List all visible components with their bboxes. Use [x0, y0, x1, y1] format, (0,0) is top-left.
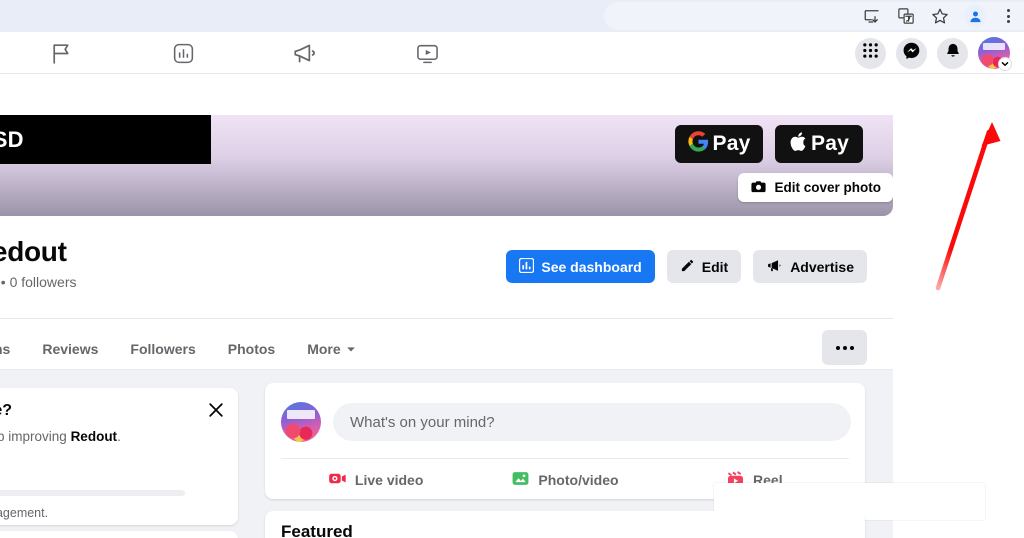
- nav-ads-megaphone[interactable]: [244, 32, 366, 74]
- video-icon: [415, 41, 440, 66]
- cover-photo[interactable]: w to get 5 USD Pay: [0, 115, 893, 216]
- google-pay-label: Pay: [712, 132, 751, 155]
- page-followers-meta: ikes • 0 followers: [0, 274, 77, 290]
- tab-mentions[interactable]: ns: [0, 330, 26, 368]
- nav-insights-chart[interactable]: [122, 32, 244, 74]
- edit-cover-photo-button[interactable]: Edit cover photo: [738, 173, 893, 202]
- apple-pay-label: Pay: [811, 132, 849, 155]
- insights-chart-icon: [171, 41, 196, 66]
- profile-divider: [0, 318, 893, 319]
- browser-toolbar: [0, 0, 1024, 32]
- tab-more[interactable]: More: [291, 330, 371, 368]
- see-dashboard-label: See dashboard: [541, 258, 642, 275]
- page-tabs: ns Reviews Followers Photos More: [0, 330, 372, 368]
- improve-page-card: Page? o keep improving Redout. high enga…: [0, 388, 238, 525]
- header-nav: [0, 32, 488, 74]
- browser-profile-avatar-icon[interactable]: [964, 5, 986, 27]
- tab-followers[interactable]: Followers: [114, 330, 211, 368]
- translate-icon[interactable]: [896, 6, 916, 26]
- live-video-label: Live video: [354, 472, 424, 488]
- chevron-down-icon: [346, 341, 356, 357]
- edit-cover-photo-label: Edit cover photo: [774, 180, 881, 195]
- profile-info-section: Redout ikes • 0 followers See dashboard: [0, 228, 893, 318]
- notifications-bell-icon: [944, 42, 962, 65]
- pay-badges: Pay Pay: [675, 125, 863, 163]
- edit-button[interactable]: Edit: [666, 250, 742, 283]
- improve-progress-bar: [0, 490, 185, 496]
- secondary-left-card: [0, 531, 238, 538]
- composer-input[interactable]: What's on your mind?: [333, 403, 851, 441]
- install-app-icon[interactable]: [862, 6, 882, 26]
- nav-pages-flag[interactable]: [0, 32, 122, 74]
- browser-more-menu-icon[interactable]: [1000, 6, 1016, 26]
- see-dashboard-button[interactable]: See dashboard: [506, 250, 655, 283]
- advertise-label: Advertise: [790, 258, 854, 275]
- profile-action-buttons: See dashboard Edit Advertise: [506, 250, 867, 283]
- messenger-icon: [902, 41, 921, 65]
- photo-video-button[interactable]: Photo/video: [470, 463, 659, 497]
- google-pay-badge: Pay: [675, 125, 763, 163]
- messenger-button[interactable]: [896, 37, 927, 69]
- improve-progress-caption: high engagement.: [0, 506, 49, 520]
- live-video-button[interactable]: Live video: [281, 463, 470, 497]
- chevron-down-icon[interactable]: [998, 57, 1012, 71]
- nav-video[interactable]: [366, 32, 488, 74]
- page-right-gutter: [893, 74, 1024, 538]
- ads-megaphone-icon: [292, 40, 318, 66]
- notifications-button[interactable]: [937, 37, 968, 69]
- tab-photos-label: Photos: [227, 341, 276, 357]
- page-tabs-row: ns Reviews Followers Photos More: [0, 330, 893, 368]
- advertise-button[interactable]: Advertise: [753, 250, 867, 283]
- post-composer-card: What's on your mind? Live video Photo/vi…: [265, 383, 865, 499]
- megaphone-icon: [766, 257, 783, 277]
- composer-top-row: What's on your mind?: [281, 402, 851, 442]
- screen-root: w to get 5 USD Pay: [0, 0, 1024, 538]
- account-avatar-button[interactable]: [978, 37, 1012, 71]
- apple-logo-icon: [789, 131, 807, 158]
- cover-banner-text: w to get 5 USD: [0, 126, 24, 152]
- composer-divider: [281, 458, 849, 459]
- featured-title: Featured: [281, 522, 353, 538]
- apple-pay-badge: Pay: [775, 125, 863, 163]
- photo-video-icon: [511, 469, 530, 491]
- google-g-icon: [687, 130, 709, 158]
- dashboard-chart-icon: [519, 257, 535, 276]
- pages-flag-icon: [49, 41, 74, 66]
- tab-photos[interactable]: Photos: [212, 330, 291, 368]
- tab-more-label: More: [307, 341, 341, 357]
- tabs-overflow-menu-button[interactable]: [822, 330, 867, 365]
- bookmark-star-icon[interactable]: [930, 6, 950, 26]
- improve-page-subtitle: o keep improving Redout.: [0, 429, 121, 444]
- live-video-icon: [328, 469, 347, 491]
- tab-mentions-label: ns: [0, 341, 11, 357]
- tab-reviews-label: Reviews: [42, 341, 99, 357]
- photo-video-label: Photo/video: [538, 472, 619, 488]
- camera-icon: [750, 178, 767, 198]
- tab-reviews[interactable]: Reviews: [26, 330, 114, 368]
- featured-card: Featured ...: [265, 511, 865, 538]
- edit-label: Edit: [701, 258, 729, 275]
- more-horizontal-icon: [835, 345, 854, 350]
- tab-followers-label: Followers: [130, 341, 196, 357]
- facebook-header: [0, 32, 1024, 74]
- grid-menu-icon: [862, 42, 879, 64]
- page-title: Redout: [0, 236, 67, 267]
- cover-banner-text-block: w to get 5 USD: [0, 115, 211, 164]
- grid-menu-button[interactable]: [855, 37, 886, 69]
- header-right-actions: [855, 32, 1012, 74]
- close-icon[interactable]: [206, 400, 226, 420]
- composer-placeholder: What's on your mind?: [350, 413, 495, 431]
- pencil-icon: [680, 258, 695, 276]
- composer-avatar[interactable]: [281, 402, 321, 442]
- browser-toolbar-icons: [862, 0, 1016, 32]
- improve-page-title: Page?: [0, 402, 13, 419]
